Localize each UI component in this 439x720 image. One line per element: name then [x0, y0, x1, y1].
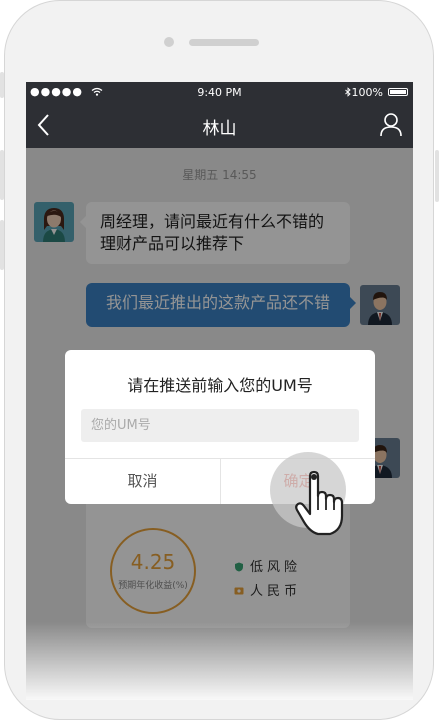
cancel-button[interactable]: 取消 — [65, 459, 220, 504]
earpiece-speaker — [189, 39, 259, 46]
mute-switch — [0, 72, 4, 98]
power-button — [435, 150, 439, 202]
status-bar: ●●●●● 9:40 PM 100% — [26, 82, 413, 102]
phone-screen: ●●●●● 9:40 PM 100% 林山 星期五 14:55 周经理，请问最近… — [26, 82, 413, 700]
volume-up-button — [0, 150, 4, 200]
battery-icon — [388, 88, 408, 96]
front-camera — [164, 37, 174, 47]
battery-percent: 100% — [344, 86, 383, 99]
pointer-hand-icon — [295, 470, 344, 536]
bluetooth-icon — [344, 87, 351, 97]
page-title: 林山 — [202, 119, 237, 139]
volume-down-button — [0, 220, 4, 270]
navigation-bar: 林山 — [26, 102, 413, 148]
dialog-title: 请在推送前输入您的UM号 — [127, 376, 313, 395]
um-number-input[interactable] — [81, 409, 359, 442]
user-icon[interactable] — [379, 112, 403, 138]
bottom-fade — [26, 622, 413, 700]
